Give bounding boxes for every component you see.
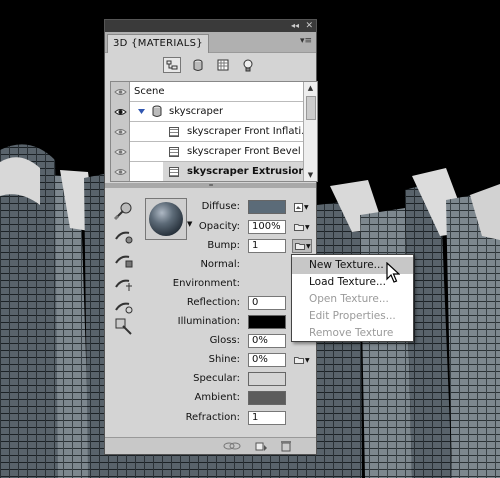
scene-list-scrollbar[interactable]: ▲ ▼ bbox=[303, 82, 317, 181]
visibility-eye-icon[interactable] bbox=[111, 122, 130, 142]
material-preview-sphere bbox=[149, 202, 183, 236]
material-icon bbox=[169, 147, 179, 157]
material-paint-tool-icon[interactable] bbox=[113, 316, 137, 336]
expand-triangle-icon[interactable] bbox=[137, 106, 146, 119]
menu-item-edit-properties[interactable]: Edit Properties... bbox=[292, 308, 413, 325]
splitter-grip-icon[interactable]: ═ bbox=[206, 183, 216, 189]
shine-input[interactable]: 0% bbox=[248, 353, 286, 367]
material-icon bbox=[169, 167, 179, 177]
material-item-label: skyscraper Extrusion... bbox=[187, 166, 303, 177]
diffuse-texture-menu-button[interactable]: ▼ bbox=[292, 200, 312, 214]
mesh-item-label: skyscraper bbox=[169, 106, 224, 117]
environment-label: Environment: bbox=[172, 278, 240, 289]
opacity-label: Opacity: bbox=[198, 221, 240, 232]
light-pan-tool-icon[interactable] bbox=[113, 273, 137, 293]
close-panel-button[interactable]: ✕ bbox=[305, 20, 313, 32]
specular-label: Specular: bbox=[193, 373, 240, 384]
list-item[interactable]: skyscraper bbox=[111, 102, 303, 122]
3d-materials-panel: ◂◂ ✕ 3D {MATERIALS} ▾≡ Scene skyscraper … bbox=[104, 19, 318, 455]
material-select-tool-icon[interactable] bbox=[113, 201, 137, 221]
material-preview-swatch[interactable] bbox=[145, 198, 187, 240]
mesh-icon bbox=[152, 105, 162, 121]
list-item[interactable]: skyscraper Front Bevel ... bbox=[111, 142, 303, 162]
scroll-thumb[interactable] bbox=[306, 96, 316, 120]
scroll-up-arrow-icon[interactable]: ▲ bbox=[304, 82, 317, 94]
panel-tab-bar: 3D {MATERIALS} ▾≡ bbox=[105, 32, 316, 53]
filter-toolbar bbox=[105, 54, 316, 80]
menu-item-open-texture[interactable]: Open Texture... bbox=[292, 291, 413, 308]
material-drop-tool-icon[interactable] bbox=[113, 225, 137, 245]
light-filter-icon[interactable] bbox=[239, 57, 257, 73]
shine-label: Shine: bbox=[208, 354, 240, 365]
material-icon bbox=[169, 127, 179, 137]
panel-menu-button[interactable]: ▾≡ bbox=[300, 36, 312, 46]
scroll-down-arrow-icon[interactable]: ▼ bbox=[304, 169, 317, 181]
reflection-input[interactable]: 0 bbox=[248, 296, 286, 310]
reflection-label: Reflection: bbox=[186, 297, 240, 308]
material-item-label: skyscraper Front Inflati... bbox=[187, 126, 303, 137]
new-light-icon[interactable] bbox=[255, 440, 269, 455]
render-settings-icon[interactable] bbox=[223, 440, 241, 455]
material-item-label: skyscraper Front Bevel ... bbox=[187, 146, 303, 157]
list-item[interactable]: skyscraper Extrusion... bbox=[111, 162, 303, 181]
gloss-label: Gloss: bbox=[209, 335, 240, 346]
scene-tree: Scene skyscraper skyscraper Front Inflat… bbox=[110, 81, 318, 182]
mesh-filter-icon[interactable] bbox=[189, 57, 207, 73]
panel-bottom-toolbar bbox=[105, 437, 316, 454]
bump-texture-menu-button[interactable]: ▼ bbox=[292, 239, 312, 253]
material-picker-arrow-icon[interactable]: ▼ bbox=[187, 220, 192, 228]
panel-title-bar[interactable]: ◂◂ ✕ bbox=[105, 20, 316, 32]
diffuse-color-swatch[interactable] bbox=[248, 200, 286, 214]
light-rotate-tool-icon[interactable] bbox=[113, 249, 137, 269]
opacity-texture-menu-button[interactable]: ▼ bbox=[292, 220, 312, 234]
scene-filter-icon[interactable] bbox=[163, 57, 181, 73]
mouse-cursor-icon bbox=[386, 261, 401, 287]
visibility-eye-icon[interactable] bbox=[111, 142, 130, 162]
refraction-label: Refraction: bbox=[185, 412, 240, 423]
collapse-panel-button[interactable]: ◂◂ bbox=[291, 20, 299, 32]
bump-label: Bump: bbox=[207, 240, 240, 251]
diffuse-label: Diffuse: bbox=[201, 201, 240, 212]
scene-item-label: Scene bbox=[134, 86, 165, 97]
gloss-input[interactable]: 0% bbox=[248, 334, 286, 348]
ambient-color-swatch[interactable] bbox=[248, 391, 286, 405]
specular-color-swatch[interactable] bbox=[248, 372, 286, 386]
opacity-input[interactable]: 100% bbox=[248, 220, 286, 234]
visibility-eye-icon[interactable] bbox=[111, 162, 130, 181]
visibility-eye-icon[interactable] bbox=[111, 82, 130, 102]
ambient-label: Ambient: bbox=[194, 392, 241, 403]
normal-label: Normal: bbox=[200, 259, 240, 270]
shine-texture-menu-button[interactable]: ▼ bbox=[292, 353, 312, 367]
material-filter-icon[interactable] bbox=[214, 57, 232, 73]
tab-3d-materials[interactable]: 3D {MATERIALS} bbox=[107, 34, 209, 53]
visibility-eye-icon[interactable] bbox=[111, 102, 130, 122]
list-item[interactable]: skyscraper Front Inflati... bbox=[111, 122, 303, 142]
illumination-label: Illumination: bbox=[177, 316, 240, 327]
refraction-input[interactable]: 1 bbox=[248, 411, 286, 425]
delete-trash-icon[interactable] bbox=[281, 440, 291, 455]
menu-item-remove-texture[interactable]: Remove Texture bbox=[292, 325, 413, 342]
bump-input[interactable]: 1 bbox=[248, 239, 286, 253]
illumination-color-swatch[interactable] bbox=[248, 315, 286, 329]
list-item[interactable]: Scene bbox=[111, 82, 303, 102]
light-slide-tool-icon[interactable] bbox=[113, 296, 137, 316]
